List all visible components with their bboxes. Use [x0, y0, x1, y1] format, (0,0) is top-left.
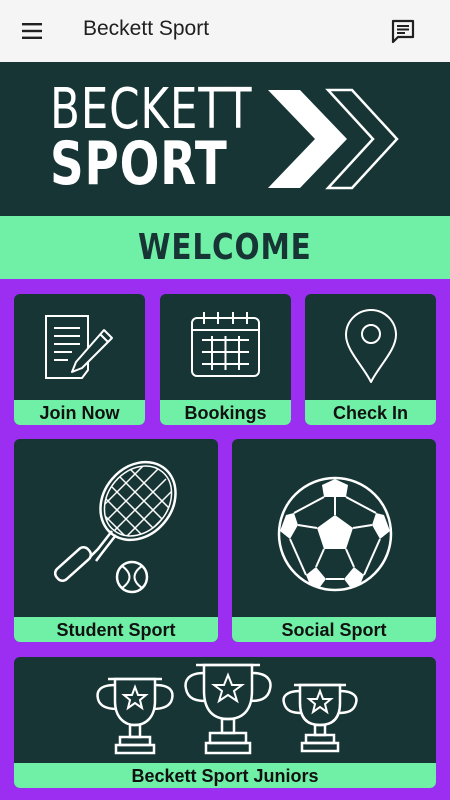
chat-icon[interactable]: [390, 18, 416, 44]
hero-banner: BECKETT SPORT: [0, 62, 450, 216]
welcome-text: WELCOME: [138, 227, 312, 268]
check-in-label: Check In: [305, 400, 436, 425]
join-now-label: Join Now: [14, 400, 145, 425]
check-in-tile[interactable]: Check In: [305, 294, 436, 425]
social-sport-tile[interactable]: Social Sport: [232, 439, 436, 642]
location-pin-icon: [345, 309, 397, 383]
app-bar: Beckett Sport: [0, 0, 450, 62]
calendar-icon: [191, 312, 260, 377]
banner-line-2: SPORT: [50, 129, 228, 199]
menu-icon[interactable]: [20, 19, 44, 43]
student-sport-tile[interactable]: Student Sport: [14, 439, 218, 642]
tennis-racket-icon: [53, 459, 186, 594]
welcome-bar: WELCOME: [0, 216, 450, 279]
join-now-tile[interactable]: Join Now: [14, 294, 145, 425]
bookings-label: Bookings: [160, 400, 291, 425]
double-chevron-logo-icon: [268, 88, 399, 190]
trophy-icon: [282, 683, 358, 753]
bookings-tile[interactable]: Bookings: [160, 294, 291, 425]
social-sport-label: Social Sport: [232, 617, 436, 642]
beckett-sport-juniors-tile[interactable]: Beckett Sport Juniors: [14, 657, 436, 788]
trophy-icon: [184, 663, 272, 755]
app-title: Beckett Sport: [83, 17, 210, 40]
student-sport-label: Student Sport: [14, 617, 218, 642]
document-pen-icon: [45, 315, 113, 379]
football-icon: [277, 476, 393, 592]
beckett-sport-juniors-label: Beckett Sport Juniors: [14, 763, 436, 788]
trophy-icon: [96, 677, 174, 755]
